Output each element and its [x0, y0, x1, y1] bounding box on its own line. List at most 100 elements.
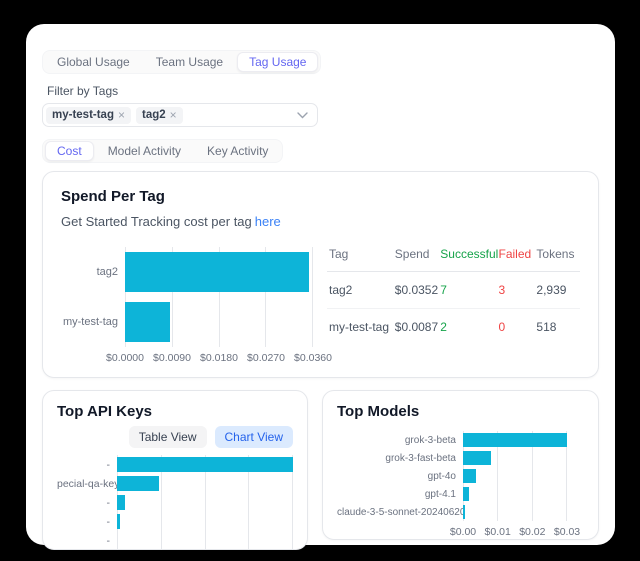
y-axis-label: grok-3-beta	[337, 435, 463, 446]
top-api-keys-chart: - pecial-qa-key -	[57, 455, 293, 550]
top-models-chart: grok-3-beta grok-3-fast-beta gpt-4o	[337, 431, 584, 537]
bottom-cards-row: Top API Keys Table View Chart View - pec…	[42, 390, 599, 550]
tab-team-usage[interactable]: Team Usage	[144, 52, 235, 72]
chevron-down-icon[interactable]	[297, 112, 308, 119]
tab-cost[interactable]: Cost	[45, 141, 94, 161]
chart-row: my-test-tag	[61, 297, 313, 347]
bar-gpt-4o	[463, 469, 476, 483]
chart-row: gpt-4.1	[337, 485, 584, 503]
y-axis-label: my-test-tag	[61, 316, 125, 328]
plot-area	[117, 474, 293, 493]
col-header-tag: Tag	[327, 241, 393, 272]
spend-per-tag-chart: tag2 my-test-tag $0.0000 $0.0090 $0.0180…	[61, 241, 313, 363]
col-header-spend: Spend	[393, 241, 439, 272]
chart-row: -	[57, 531, 293, 550]
table-header-row: Tag Spend Successful Failed Tokens	[327, 241, 580, 272]
col-header-tokens: Tokens	[534, 241, 580, 272]
tag-chip-my-test-tag: my-test-tag ×	[46, 107, 131, 124]
cell-successful: 2	[438, 309, 496, 346]
chart-row: -	[57, 493, 293, 512]
chart-row: gpt-4o	[337, 467, 584, 485]
cost-view-tabs: Cost Model Activity Key Activity	[42, 139, 283, 163]
table-row: my-test-tag $0.0087 2 0 518	[327, 309, 580, 346]
bar-api-key-1	[117, 457, 293, 472]
top-api-keys-card: Top API Keys Table View Chart View - pec…	[42, 390, 308, 550]
cell-spend: $0.0087	[393, 309, 439, 346]
table-view-button[interactable]: Table View	[129, 426, 207, 448]
y-axis-label: -	[57, 459, 117, 471]
tag-chip-label: tag2	[142, 109, 166, 122]
remove-tag-icon[interactable]: ×	[118, 109, 125, 121]
cell-spend: $0.0352	[393, 272, 439, 309]
remove-tag-icon[interactable]: ×	[170, 109, 177, 121]
plot-area	[125, 247, 313, 297]
view-toggle: Table View Chart View	[57, 426, 293, 448]
spend-card-title: Spend Per Tag	[61, 188, 580, 206]
tab-tag-usage[interactable]: Tag Usage	[237, 52, 318, 72]
y-axis-label: -	[57, 497, 117, 509]
x-tick: $0.0360	[294, 352, 332, 364]
x-tick: $0.0000	[106, 352, 144, 364]
bar-gpt-4-1	[463, 487, 469, 501]
bar-my-test-tag	[125, 302, 170, 342]
y-axis-label: -	[57, 535, 117, 547]
tab-key-activity[interactable]: Key Activity	[195, 141, 280, 161]
cell-tokens: 518	[534, 309, 580, 346]
table-row: tag2 $0.0352 7 3 2,939	[327, 272, 580, 309]
col-header-failed: Failed	[496, 241, 534, 272]
top-api-keys-title: Top API Keys	[57, 403, 293, 421]
top-models-card: Top Models grok-3-beta grok-3-fast-beta …	[322, 390, 599, 540]
cell-tokens: 2,939	[534, 272, 580, 309]
filter-by-tags-label: Filter by Tags	[47, 84, 599, 98]
get-started-link[interactable]: here	[255, 214, 281, 229]
chart-row: tag2	[61, 247, 313, 297]
plot-area	[117, 531, 293, 550]
x-tick: $0.00	[450, 526, 476, 538]
tag-chip-tag2: tag2 ×	[136, 107, 183, 124]
chart-row: grok-3-fast-beta	[337, 449, 584, 467]
bar-api-key-4	[117, 514, 120, 529]
chart-view-button[interactable]: Chart View	[215, 426, 293, 448]
spend-card-subtitle: Get Started Tracking cost per taghere	[61, 214, 580, 229]
cell-tag: tag2	[327, 272, 393, 309]
y-axis-label: gpt-4o	[337, 471, 463, 482]
tab-model-activity[interactable]: Model Activity	[96, 141, 193, 161]
bar-grok-3-beta	[463, 433, 567, 447]
cell-failed: 3	[496, 272, 534, 309]
col-header-successful: Successful	[438, 241, 496, 272]
y-axis-label: pecial-qa-key	[57, 478, 117, 490]
bar-api-key-2	[117, 476, 159, 491]
x-tick: $0.0180	[200, 352, 238, 364]
plot-area	[463, 467, 567, 485]
chart-row: -	[57, 512, 293, 531]
bar-grok-3-fast-beta	[463, 451, 491, 465]
y-axis-label: grok-3-fast-beta	[337, 453, 463, 464]
cell-failed: 0	[496, 309, 534, 346]
cell-successful: 7	[438, 272, 496, 309]
y-axis-label: tag2	[61, 266, 125, 278]
spend-card-content: tag2 my-test-tag $0.0000 $0.0090 $0.0180…	[61, 241, 580, 363]
y-axis-label: -	[57, 516, 117, 528]
usage-dashboard-panel: Global Usage Team Usage Tag Usage Filter…	[26, 24, 615, 545]
y-axis-label: claude-3-5-sonnet-20240620	[337, 507, 463, 518]
chart-row: claude-3-5-sonnet-20240620	[337, 503, 584, 521]
tab-global-usage[interactable]: Global Usage	[45, 52, 142, 72]
plot-area	[117, 455, 293, 474]
plot-area	[463, 503, 567, 521]
tag-chip-label: my-test-tag	[52, 109, 114, 122]
spend-per-tag-card: Spend Per Tag Get Started Tracking cost …	[42, 171, 599, 378]
subtitle-text: Get Started Tracking cost per tag	[61, 214, 252, 229]
tag-filter-multiselect[interactable]: my-test-tag × tag2 ×	[42, 103, 318, 127]
x-tick: $0.0270	[247, 352, 285, 364]
plot-area	[463, 431, 567, 449]
bar-api-key-3	[117, 495, 125, 510]
chart-row: -	[57, 455, 293, 474]
plot-area	[463, 449, 567, 467]
x-tick: $0.01	[485, 526, 511, 538]
x-tick: $0.03	[554, 526, 580, 538]
usage-scope-tabs: Global Usage Team Usage Tag Usage	[42, 50, 321, 74]
top-models-title: Top Models	[337, 403, 584, 421]
spend-per-tag-table: Tag Spend Successful Failed Tokens tag2 …	[327, 241, 580, 345]
x-tick: $0.02	[519, 526, 545, 538]
chart-row: grok-3-beta	[337, 431, 584, 449]
